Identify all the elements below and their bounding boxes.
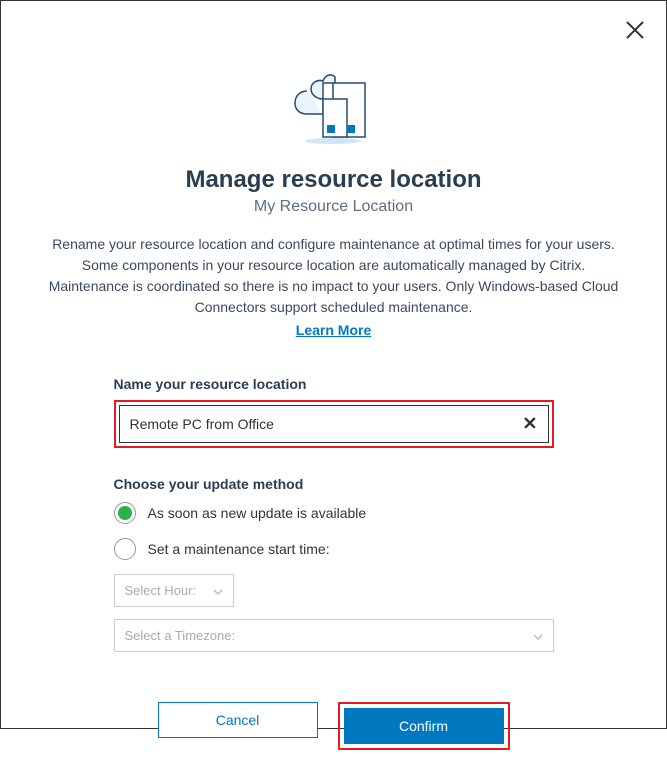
name-input-highlight: ✕ <box>114 400 554 448</box>
radio-label-asap: As soon as new update is available <box>148 505 367 521</box>
cancel-button[interactable]: Cancel <box>158 702 318 738</box>
confirm-button-highlight: Confirm <box>338 702 510 750</box>
modal-content: Manage resource location My Resource Loc… <box>1 1 666 770</box>
select-hour-dropdown[interactable]: Select Hour: <box>114 574 234 607</box>
resource-name-input[interactable] <box>119 405 549 443</box>
radio-circle-unselected <box>114 538 136 560</box>
modal-subtitle: My Resource Location <box>41 198 626 216</box>
clear-input-icon[interactable]: ✕ <box>522 414 537 435</box>
select-hour-placeholder: Select Hour: <box>125 583 197 598</box>
confirm-button[interactable]: Confirm <box>344 708 504 744</box>
select-timezone-placeholder: Select a Timezone: <box>125 628 236 643</box>
close-icon[interactable] <box>624 19 646 46</box>
radio-circle-selected <box>114 502 136 524</box>
learn-more-link[interactable]: Learn More <box>296 320 371 341</box>
chevron-down-icon <box>533 628 543 643</box>
radio-option-asap[interactable]: As soon as new update is available <box>114 502 554 524</box>
button-row: Cancel Confirm <box>114 702 554 750</box>
chevron-down-icon <box>213 583 223 598</box>
name-field-label: Name your resource location <box>114 376 554 392</box>
radio-option-scheduled[interactable]: Set a maintenance start time: <box>114 538 554 560</box>
radio-label-scheduled: Set a maintenance start time: <box>148 541 330 557</box>
form-section: Name your resource location ✕ Choose you… <box>114 376 554 750</box>
update-method-label: Choose your update method <box>114 476 554 492</box>
modal-description: Rename your resource location and config… <box>44 234 624 341</box>
modal-title: Manage resource location <box>41 166 626 194</box>
select-timezone-dropdown[interactable]: Select a Timezone: <box>114 619 554 652</box>
resource-location-icon <box>41 61 626 146</box>
radio-group: As soon as new update is available Set a… <box>114 502 554 560</box>
